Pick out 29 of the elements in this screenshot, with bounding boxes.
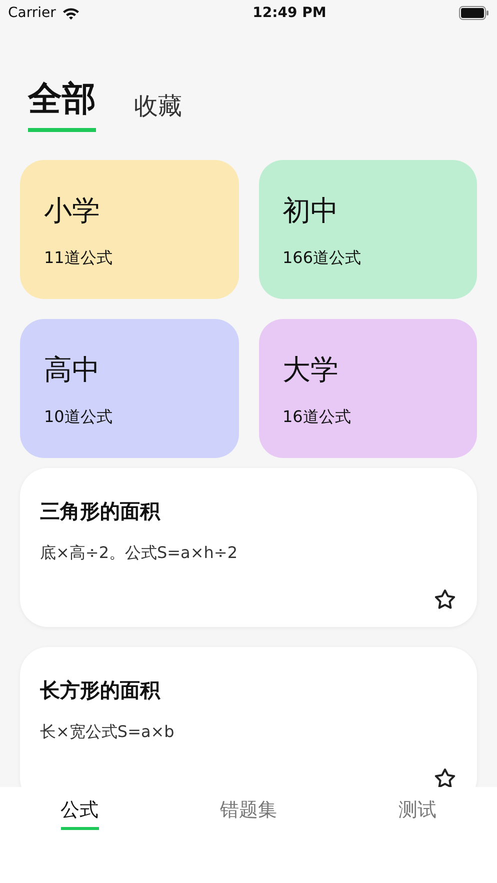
nav-tab[interactable]: 公式 bbox=[60, 797, 99, 830]
formula-card[interactable]: 长方形的面积 长×宽公式S=a×b bbox=[20, 647, 477, 787]
formula-title: 长方形的面积 bbox=[40, 677, 160, 704]
category-name: 小学 bbox=[44, 193, 101, 229]
category-card[interactable]: 初中 166道公式 bbox=[258, 160, 477, 299]
formula-text: 长×宽公式S=a×b bbox=[40, 722, 174, 743]
category-card[interactable]: 小学 11道公式 bbox=[20, 160, 238, 299]
category-name: 初中 bbox=[282, 193, 340, 229]
wifi-icon bbox=[62, 6, 80, 20]
category-card[interactable]: 高中 10道公式 bbox=[20, 319, 238, 458]
category-name: 高中 bbox=[44, 352, 101, 388]
category-card[interactable]: 大学 16道公式 bbox=[258, 319, 477, 458]
status-time: 12:49 PM bbox=[252, 5, 326, 21]
formula-count: 16道公式 bbox=[282, 407, 352, 428]
formula-card[interactable]: 三角形的面积 底×高÷2。公式S=a×h÷2 bbox=[20, 468, 477, 627]
nav-tab[interactable]: 错题集 bbox=[220, 797, 277, 830]
star-icon[interactable] bbox=[433, 767, 457, 787]
formula-count: 10道公式 bbox=[44, 407, 114, 428]
formula-count: 11道公式 bbox=[44, 248, 114, 269]
formula-text: 底×高÷2。公式S=a×h÷2 bbox=[40, 543, 238, 564]
carrier-label: Carrier bbox=[8, 5, 56, 21]
battery-icon bbox=[459, 6, 489, 20]
nav-tab[interactable]: 测试 bbox=[398, 797, 436, 830]
star-icon[interactable] bbox=[433, 588, 457, 611]
formula-count: 166道公式 bbox=[282, 248, 362, 269]
category-tab[interactable]: 全部 bbox=[28, 76, 96, 132]
category-tab[interactable]: 收藏 bbox=[134, 90, 182, 132]
category-name: 大学 bbox=[282, 352, 340, 388]
formula-title: 三角形的面积 bbox=[40, 498, 160, 525]
